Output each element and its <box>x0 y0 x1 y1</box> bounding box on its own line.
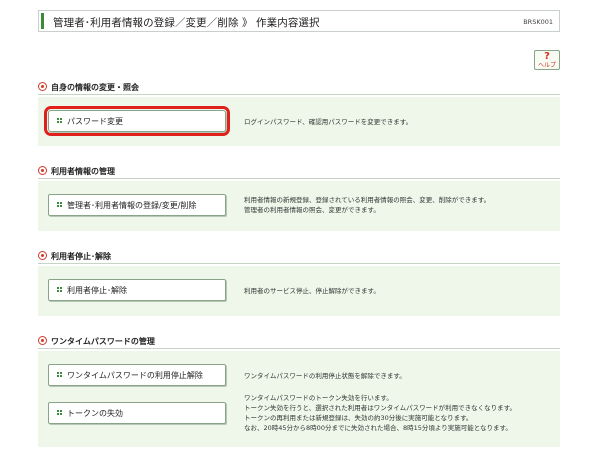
description-line: ログインパスワード、確認用パスワードを変更できます。 <box>244 118 413 126</box>
button-label: トークンの失効 <box>67 409 123 418</box>
description-line: 管理者の利用者情報の照会、変更ができます。 <box>244 206 380 214</box>
otp-unlock-button[interactable]: ワンタイムパスワードの利用停止解除 <box>48 364 226 386</box>
description-line: 利用者のサービス停止、停止解除ができます。 <box>244 287 380 295</box>
section-divider <box>38 178 560 179</box>
button-label: パスワード変更 <box>67 117 123 126</box>
page-title: 管理者･利用者情報の登録／変更／削除 》 作業内容選択 <box>53 17 320 29</box>
section-header-user-management: 利用者情報の管理 <box>38 166 115 177</box>
section-bullet-icon <box>38 251 47 260</box>
description-line: なお、20時45分から8時00分までに失効された場合、8時15分頃より実施可能と… <box>244 424 512 432</box>
description-line: 利用者情報の新規登録、登録されている利用者情報の照会、変更、削除ができます。 <box>244 196 491 204</box>
button-label: ワンタイムパスワードの利用停止解除 <box>67 371 203 380</box>
section-divider <box>38 263 560 264</box>
section-title: 利用者停止･解除 <box>51 252 111 261</box>
password-change-button[interactable]: パスワード変更 <box>44 106 230 136</box>
section-title: ワンタイムパスワードの管理 <box>51 337 155 346</box>
section-title: 利用者情報の管理 <box>51 167 115 176</box>
section-bullet-icon <box>38 336 47 345</box>
button-label: 利用者停止･解除 <box>67 286 127 295</box>
title-accent-bar <box>41 13 44 29</box>
description-line: ワンタイムパスワードの利用停止状態を解除できます。 <box>244 372 406 380</box>
section-bullet-icon <box>38 82 47 91</box>
description-line: ワンタイムパスワードのトークン失効を行います。 <box>244 394 393 402</box>
section-header-onetime-password: ワンタイムパスワードの管理 <box>38 336 155 347</box>
token-revoke-button[interactable]: トークンの失効 <box>48 402 226 424</box>
button-label: 管理者･利用者情報の登録/変更/削除 <box>67 201 197 210</box>
grip-icon <box>57 202 62 208</box>
section-bullet-icon <box>38 166 47 175</box>
password-change-description: ログインパスワード、確認用パスワードを変更できます。 <box>244 117 412 127</box>
description-line: トークン失効を行うと、選択された利用者はワンタイムパスワードが利用できなくなりま… <box>244 404 516 412</box>
grip-icon <box>57 287 62 293</box>
section-title: 自身の情報の変更・照会 <box>51 83 139 92</box>
section-divider <box>38 94 560 95</box>
section-header-self-info: 自身の情報の変更・照会 <box>38 82 139 93</box>
help-icon: ? <box>544 51 550 62</box>
description-line: トークンの再利用または新規登録は、失効の約30分後に実施可能となります。 <box>244 414 473 422</box>
token-revoke-description: ワンタイムパスワードのトークン失効を行います。 トークン失効を行うと、選択された… <box>244 393 516 433</box>
screen-id: BRSK001 <box>523 18 553 26</box>
grip-icon <box>57 118 62 124</box>
section-header-user-suspend: 利用者停止･解除 <box>38 251 111 262</box>
grip-icon <box>57 410 62 416</box>
user-suspend-description: 利用者のサービス停止、停止解除ができます。 <box>244 286 380 296</box>
otp-unlock-description: ワンタイムパスワードの利用停止状態を解除できます。 <box>244 371 406 381</box>
user-suspend-button[interactable]: 利用者停止･解除 <box>48 279 226 301</box>
help-label: ヘルプ <box>537 62 556 69</box>
user-info-register-button[interactable]: 管理者･利用者情報の登録/変更/削除 <box>48 194 226 216</box>
page-title-bar: 管理者･利用者情報の登録／変更／削除 》 作業内容選択 BRSK001 <box>38 10 560 32</box>
user-info-register-description: 利用者情報の新規登録、登録されている利用者情報の照会、変更、削除ができます。 管… <box>244 195 490 215</box>
help-button[interactable]: ? ヘルプ <box>534 50 560 70</box>
section-divider <box>38 348 560 349</box>
grip-icon <box>57 372 62 378</box>
